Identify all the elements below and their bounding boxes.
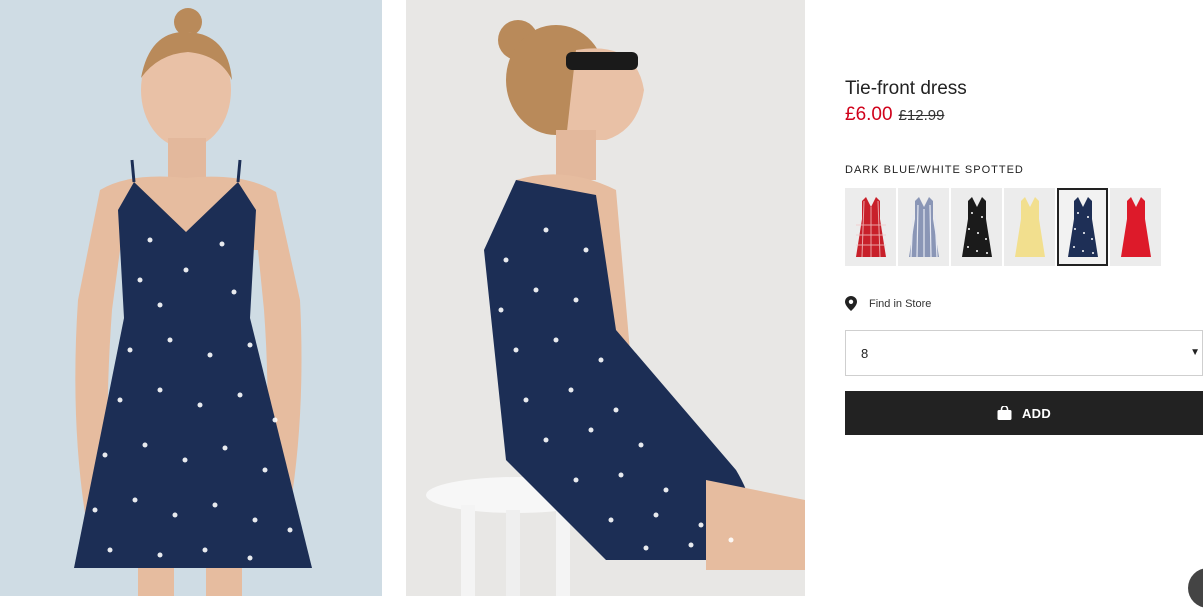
swatch-dark-blue-spotted[interactable] [1057, 188, 1108, 266]
add-button-label: ADD [1021, 405, 1052, 421]
swatch-red[interactable] [1110, 188, 1161, 266]
price-row: £6.00 £12.99 [845, 104, 944, 126]
sale-price: £6.00 [845, 104, 893, 125]
original-price: £12.99 [898, 107, 945, 124]
product-image-side[interactable] [406, 0, 805, 596]
dress-thumbnail-yellow [1014, 197, 1045, 257]
add-to-bag-button[interactable]: ADD [845, 391, 1203, 435]
caret-down-icon: ▼ [1190, 347, 1200, 358]
model-side-illustration [406, 0, 805, 596]
model-front-illustration [0, 0, 382, 596]
dress-thumbnail-black-spotted [961, 197, 992, 257]
find-in-store-link[interactable]: Find in Store [845, 296, 931, 311]
swatch-red-check[interactable] [845, 188, 896, 266]
find-in-store-label: Find in Store [869, 297, 932, 310]
dress-thumbnail-red [1120, 197, 1151, 257]
size-value: 8 [861, 346, 869, 361]
dress-thumbnail-blue-stripe [908, 197, 939, 258]
swatch-black-spotted[interactable] [951, 188, 1002, 266]
dress-thumbnail-red-check [855, 197, 886, 258]
dress-thumbnail-dark-blue-spotted [1067, 197, 1098, 257]
location-pin-icon [845, 296, 857, 311]
product-details-panel: Tie-front dress £6.00 £12.99 DARK BLUE/W… [845, 0, 1203, 613]
size-select[interactable]: 8 ▼ [845, 330, 1203, 376]
color-swatches [845, 188, 1161, 266]
product-image-front[interactable] [0, 0, 382, 596]
selected-color-label: DARK BLUE/WHITE SPOTTED [845, 164, 1024, 176]
swatch-blue-stripe[interactable] [898, 188, 949, 266]
shopping-bag-icon [997, 406, 1012, 420]
product-title: Tie-front dress [845, 78, 967, 99]
swatch-yellow[interactable] [1004, 188, 1055, 266]
